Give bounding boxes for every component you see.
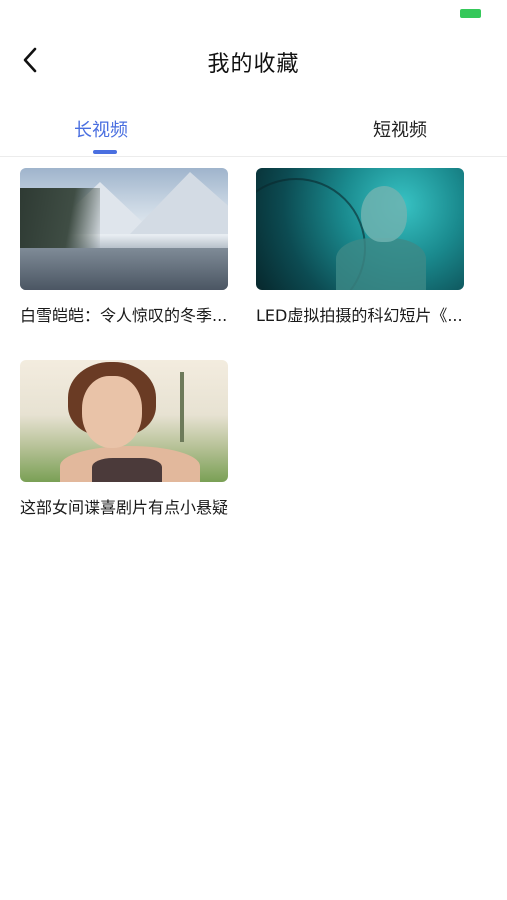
video-thumbnail[interactable] [20,168,228,290]
divider [0,156,507,157]
video-title[interactable]: LED虚拟拍摄的科幻短片《... [256,302,484,326]
video-card[interactable]: LED虚拟拍摄的科幻短片《... [256,168,484,326]
tab-bar: 长视频 短视频 [0,110,507,156]
nav-bar: 我的收藏 [0,30,507,90]
page-title: 我的收藏 [207,52,300,77]
video-card[interactable]: 这部女间谍喜剧片有点小悬疑 [20,360,248,518]
video-thumbnail[interactable] [256,168,464,290]
video-thumbnail[interactable] [20,360,228,482]
status-bar [0,0,507,30]
video-title[interactable]: 这部女间谍喜剧片有点小悬疑 [20,494,248,518]
tab-long-video[interactable]: 长视频 [74,116,128,142]
video-card[interactable]: 白雪皑皑：令人惊叹的冬季... [20,168,248,326]
active-tab-indicator [93,150,117,154]
tab-short-video[interactable]: 短视频 [373,116,427,142]
video-title[interactable]: 白雪皑皑：令人惊叹的冬季... [20,302,248,326]
battery-icon [460,9,481,18]
